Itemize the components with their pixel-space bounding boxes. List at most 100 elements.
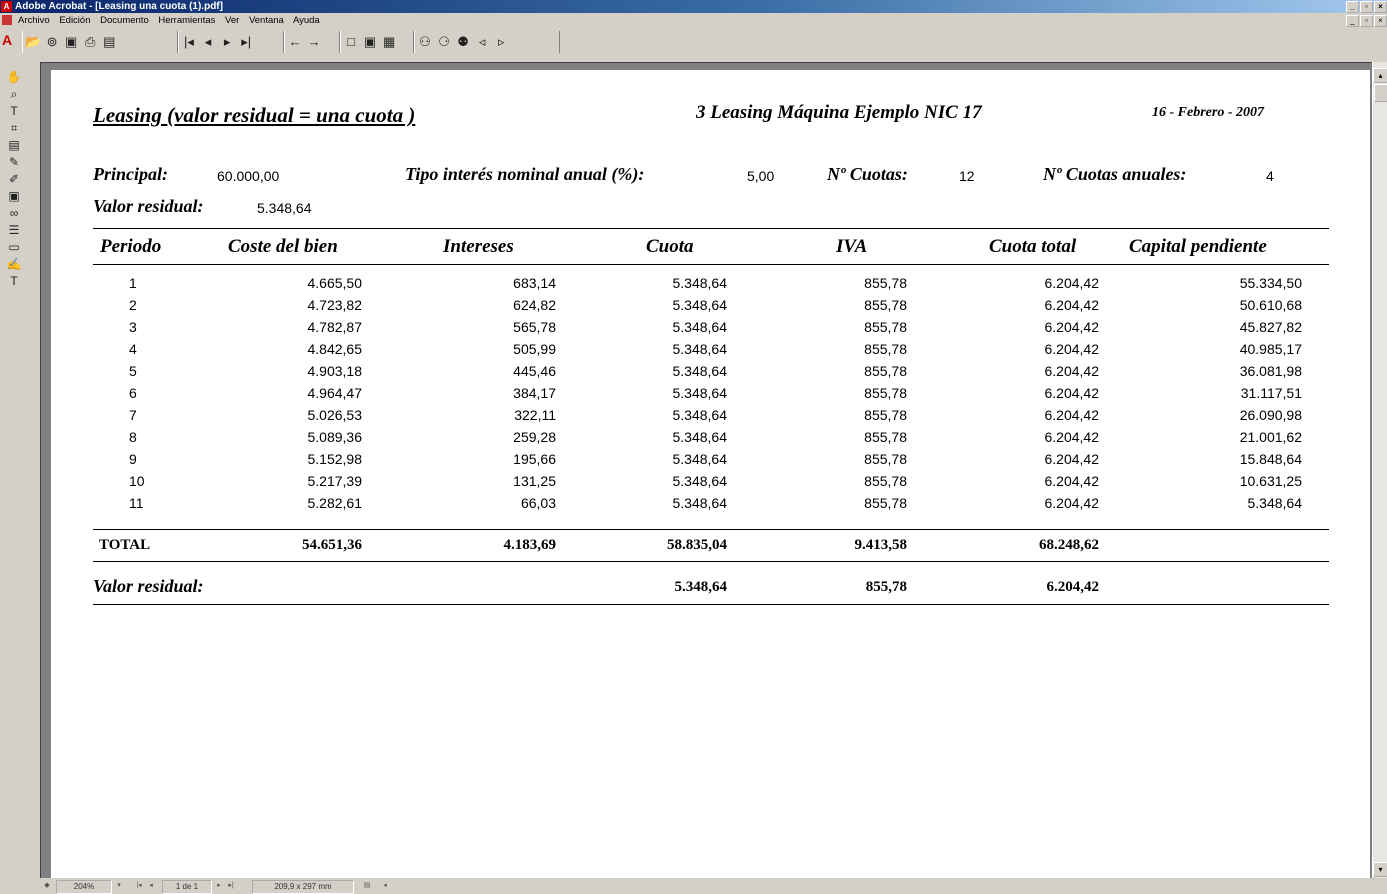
find-icon[interactable]: ⚇ xyxy=(417,33,433,51)
cell-iva: 855,78 xyxy=(864,429,907,445)
cell-periodo: 11 xyxy=(129,495,144,511)
go-forward-icon[interactable]: → xyxy=(306,33,322,51)
page-layout-icon[interactable]: ▤ xyxy=(362,880,372,891)
next-page-button[interactable]: ▸ xyxy=(214,880,224,891)
document-icon[interactable] xyxy=(2,15,12,25)
cell-intereses: 322,11 xyxy=(514,407,556,423)
form-tool-icon[interactable]: ▭ xyxy=(4,240,24,255)
cell-cuota-total: 6.204,42 xyxy=(1044,407,1100,423)
window-controls: _ ▫ × xyxy=(1345,1,1387,13)
fit-page-icon[interactable]: ▣ xyxy=(362,33,378,51)
go-back-icon[interactable]: ← xyxy=(287,33,303,51)
touchup-tool-icon[interactable]: ✍ xyxy=(4,257,24,272)
open-icon[interactable]: 📂 xyxy=(25,33,41,51)
cell-iva: 855,78 xyxy=(864,319,907,335)
print-icon[interactable]: ⎙ xyxy=(82,33,98,51)
document-window-controls: _ ▫ × xyxy=(1345,15,1387,27)
residual-bottom-rule xyxy=(93,604,1329,605)
menu-bar: Archivo Edición Documento Herramientas V… xyxy=(0,14,1387,27)
save-icon[interactable]: ▣ xyxy=(63,33,79,51)
touchup-text-tool-icon[interactable]: T xyxy=(4,274,24,289)
doc-close-button[interactable]: × xyxy=(1374,15,1387,27)
last-page-button[interactable]: ▸| xyxy=(226,880,236,891)
menu-ver[interactable]: Ver xyxy=(225,15,239,26)
search-icon[interactable]: ⚆ xyxy=(436,33,452,51)
menu-herramientas[interactable]: Herramientas xyxy=(158,15,215,26)
minimize-button[interactable]: _ xyxy=(1346,1,1359,13)
cell-coste: 5.089,36 xyxy=(307,429,363,445)
cell-cuota-total: 6.204,42 xyxy=(1044,275,1100,291)
highlight-tool-icon[interactable]: ✐ xyxy=(4,172,24,187)
vertical-scrollbar[interactable]: ▴ ▾ xyxy=(1372,62,1387,878)
cell-cuota: 5.348,64 xyxy=(672,385,728,401)
show-navigation-icon[interactable]: ▤ xyxy=(101,33,117,51)
next-page-icon[interactable]: ▸ xyxy=(219,33,235,51)
toolbar-nav-group: |◂ ◂ ▸ ▸| xyxy=(178,31,284,53)
previous-highlight-icon[interactable]: ◃ xyxy=(474,33,490,51)
zoom-dropdown-icon[interactable]: ▾ xyxy=(114,880,124,891)
toolbar-find-group: ⚇ ⚆ ⚉ ◃ ▹ xyxy=(414,31,560,53)
previous-page-icon[interactable]: ◂ xyxy=(200,33,216,51)
fit-width-icon[interactable]: ▦ xyxy=(381,33,397,51)
cell-periodo: 2 xyxy=(129,297,137,313)
menu-documento[interactable]: Documento xyxy=(100,15,149,26)
first-page-button[interactable]: |◂ xyxy=(134,880,144,891)
pencil-tool-icon[interactable]: ✎ xyxy=(4,155,24,170)
previous-page-button[interactable]: ◂ xyxy=(146,880,156,891)
cell-intereses: 195,66 xyxy=(513,451,556,467)
rate-value: 5,00 xyxy=(747,168,775,184)
scroll-thumb[interactable] xyxy=(1374,84,1387,102)
menu-edicion[interactable]: Edición xyxy=(59,15,90,26)
cell-iva: 855,78 xyxy=(864,385,907,401)
acrobat-app-icon[interactable]: A xyxy=(1,1,12,12)
cell-periodo: 6 xyxy=(129,385,137,401)
cell-periodo: 1 xyxy=(129,275,137,291)
actual-size-icon[interactable]: □ xyxy=(343,33,359,51)
page-size-field: 209,9 x 297 mm xyxy=(252,880,354,894)
doc-restore-button[interactable]: ▫ xyxy=(1360,15,1373,27)
toolbar-view-group: □ ▣ ▦ xyxy=(340,31,414,53)
last-page-icon[interactable]: ▸| xyxy=(238,33,254,51)
note-tool-icon[interactable]: ▤ xyxy=(4,138,24,153)
cell-coste: 4.782,87 xyxy=(307,319,363,335)
total-coste: 54.651,36 xyxy=(302,537,362,553)
cell-cuota-total: 6.204,42 xyxy=(1044,495,1100,511)
scroll-left-button[interactable]: ◂ xyxy=(380,880,390,891)
totals-top-rule xyxy=(93,529,1329,530)
split-handle-icon[interactable]: ◆ xyxy=(42,880,52,891)
first-page-icon[interactable]: |◂ xyxy=(181,33,197,51)
cell-capital: 40.985,17 xyxy=(1239,341,1302,357)
close-button[interactable]: × xyxy=(1374,1,1387,13)
window-title: Adobe Acrobat - [Leasing una cuota (1).p… xyxy=(15,1,223,12)
zoom-level-field[interactable]: 204% xyxy=(56,880,112,894)
menu-ayuda[interactable]: Ayuda xyxy=(293,15,320,26)
cell-cuota: 5.348,64 xyxy=(672,341,728,357)
zoom-tool-icon[interactable]: ⌕ xyxy=(4,87,24,102)
link-tool-icon[interactable]: ∞ xyxy=(4,206,24,221)
menu-ventana[interactable]: Ventana xyxy=(249,15,284,26)
page-number-field[interactable]: 1 de 1 xyxy=(162,880,212,894)
scroll-up-button[interactable]: ▴ xyxy=(1373,68,1387,83)
doc-minimize-button[interactable]: _ xyxy=(1346,15,1359,27)
menu-archivo[interactable]: Archivo xyxy=(18,15,50,26)
cell-intereses: 66,03 xyxy=(520,495,556,511)
cell-iva: 855,78 xyxy=(864,363,907,379)
hand-tool-icon[interactable]: ✋ xyxy=(4,70,24,85)
principal-value: 60.000,00 xyxy=(217,168,280,184)
rate-label: Tipo interés nominal anual (%): xyxy=(405,164,645,184)
next-highlight-icon[interactable]: ▹ xyxy=(493,33,509,51)
cuotas-label: Nº Cuotas: xyxy=(827,164,908,184)
cuotas-value: 12 xyxy=(959,168,975,184)
scroll-down-button[interactable]: ▾ xyxy=(1373,862,1387,877)
search-results-icon[interactable]: ⚉ xyxy=(455,33,471,51)
maximize-button[interactable]: ▫ xyxy=(1360,1,1373,13)
open-web-icon[interactable]: ⊚ xyxy=(44,33,60,51)
cell-cuota: 5.348,64 xyxy=(672,407,728,423)
document-date: 16 - Febrero - 2007 xyxy=(1152,105,1264,120)
article-tool-icon[interactable]: ☰ xyxy=(4,223,24,238)
cell-coste: 5.026,53 xyxy=(307,407,363,423)
crop-tool-icon[interactable]: ⌗ xyxy=(4,121,24,136)
movie-tool-icon[interactable]: ▣ xyxy=(4,189,24,204)
text-select-tool-icon[interactable]: T xyxy=(4,104,24,119)
cell-cuota: 5.348,64 xyxy=(672,319,728,335)
